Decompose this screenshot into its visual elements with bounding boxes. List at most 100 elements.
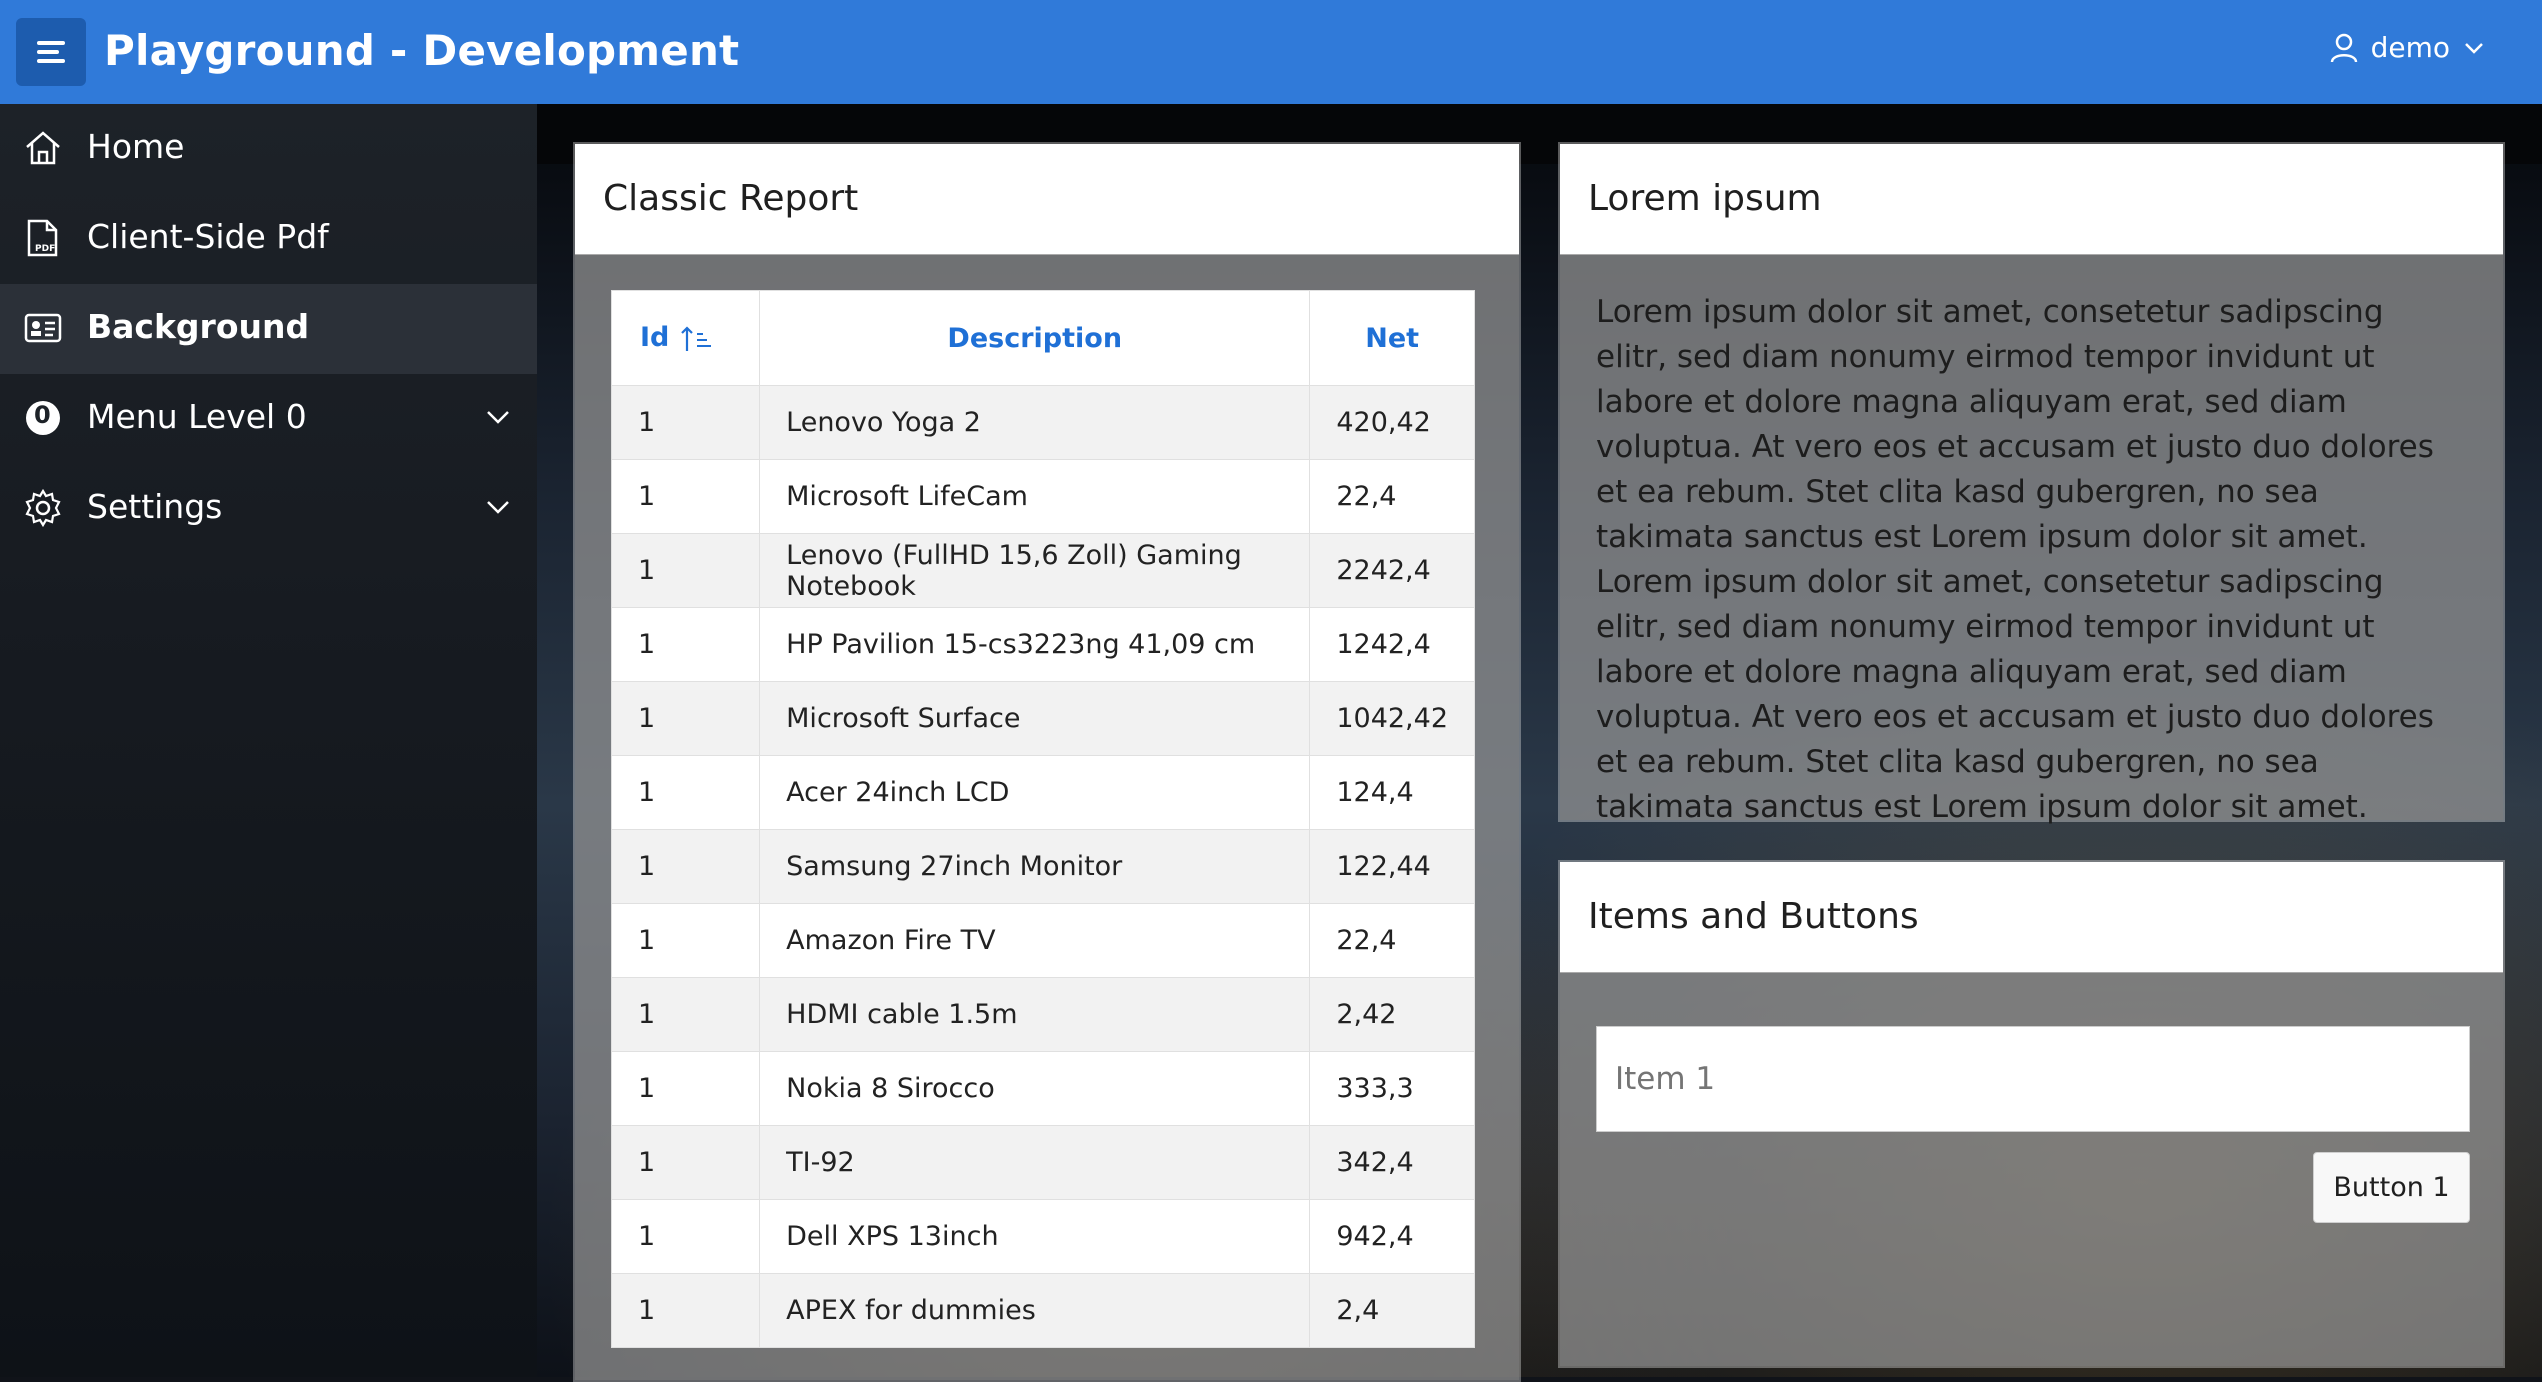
table-row: 1 Lenovo (FullHD 15,6 Zoll) Gaming Notebo… [610,533,1475,608]
sidebar-item-label: Background [87,307,310,346]
sidebar-item-background[interactable]: Background [0,284,537,374]
cell-id: 1 [610,1051,761,1126]
cell-description: Dell XPS 13inch [759,1199,1311,1274]
sidebar-item-label: Settings [87,487,223,526]
cell-id: 1 [610,1125,761,1200]
region-title: Classic Report [603,178,859,219]
user-icon [2330,33,2357,62]
cell-id: 1 [610,607,761,682]
items-and-buttons-region: Items and Buttons Button 1 [1558,860,2505,1368]
sidebar-item-label: Home [87,127,185,166]
table-row: 1 HDMI cable 1.5m 2,42 [610,977,1475,1052]
region-header: Items and Buttons [1560,862,2503,973]
chevron-down-icon [2465,42,2483,54]
cell-id: 1 [610,829,761,904]
column-header-description[interactable]: Description [759,290,1311,386]
cell-description: Lenovo Yoga 2 [759,385,1311,460]
cell-description: Microsoft Surface [759,681,1311,756]
cell-id: 1 [610,533,761,608]
cell-id: 1 [610,459,761,534]
cell-id: 1 [610,977,761,1052]
cell-description: Microsoft LifeCam [759,459,1311,534]
column-header-id[interactable]: Id [610,290,761,386]
sidebar-item-client-side-pdf[interactable]: PDF Client-Side Pdf [0,194,537,284]
column-header-net[interactable]: Net [1309,290,1475,386]
app-title: Playground - Development [104,26,740,75]
region-header: Lorem ipsum [1560,144,2503,255]
cell-net: 1242,4 [1309,607,1475,682]
cell-id: 1 [610,385,761,460]
cell-net: 333,3 [1309,1051,1475,1126]
cell-id: 1 [610,903,761,978]
badge-count: 0 [34,401,51,429]
table-row: 1 Acer 24inch LCD 124,4 [610,755,1475,830]
sort-ascending-icon [681,326,711,351]
region-title: Items and Buttons [1588,896,1919,937]
sidebar-item-label: Client-Side Pdf [87,217,329,256]
chevron-down-icon[interactable] [483,492,513,522]
item-1-field [1596,1026,2470,1132]
cell-net: 1042,42 [1309,681,1475,756]
menu-line-icon [37,50,59,54]
cell-net: 2,4 [1309,1273,1475,1348]
sidebar-item-label: Menu Level 0 [87,397,307,436]
cell-net: 420,42 [1309,385,1475,460]
report-body: 1 Lenovo Yoga 2 420,42 1 Microsoft LifeCam 2… [610,385,1475,1348]
user-menu[interactable]: demo [2329,31,2486,64]
hamburger-menu-button[interactable] [16,18,86,86]
table-row: 1 Lenovo Yoga 2 420,42 [610,385,1475,460]
report-table: Id Description Net 1 Lenovo Yoga 2 420,4… [610,290,1475,1348]
cell-id: 1 [610,681,761,756]
cell-description: HDMI cable 1.5m [759,977,1311,1052]
cell-description: Acer 24inch LCD [759,755,1311,830]
cell-description: Nokia 8 Sirocco [759,1051,1311,1126]
user-name: demo [2370,31,2450,64]
chevron-down-icon[interactable] [483,402,513,432]
region-body: Id Description Net 1 Lenovo Yoga 2 420,4… [575,254,1519,1380]
cell-description: Lenovo (FullHD 15,6 Zoll) Gaming Noteboo… [759,533,1311,608]
table-row: 1 HP Pavilion 15-cs3223ng 41,09 cm 1242,4 [610,607,1475,682]
lorem-paragraph: Lorem ipsum dolor sit amet, consetetur s… [1596,294,2434,825]
menu-line-icon [37,41,65,45]
sidebar: Home PDF Client-Side Pdf Background 0 Me… [0,104,537,1377]
sidebar-item-settings[interactable]: Settings [0,464,537,554]
table-row: 1 Samsung 27inch Monitor 122,44 [610,829,1475,904]
pdf-file-icon: PDF [27,219,58,257]
cell-net: 22,4 [1309,903,1475,978]
table-row: 1 Microsoft Surface 1042,42 [610,681,1475,756]
table-row: 1 TI-92 342,4 [610,1125,1475,1200]
cell-description: Samsung 27inch Monitor [759,829,1311,904]
cell-description: Amazon Fire TV [759,903,1311,978]
table-row: 1 Microsoft LifeCam 22,4 [610,459,1475,534]
table-row: 1 Nokia 8 Sirocco 333,3 [610,1051,1475,1126]
cell-description: HP Pavilion 15-cs3223ng 41,09 cm [759,607,1311,682]
region-header: Classic Report [575,144,1519,255]
cell-net: 942,4 [1309,1199,1475,1274]
cell-net: 2,42 [1309,977,1475,1052]
cell-net: 342,4 [1309,1125,1475,1200]
button-1[interactable]: Button 1 [2313,1152,2470,1223]
region-title: Lorem ipsum [1588,178,1822,219]
sidebar-item-home[interactable]: Home [0,104,537,194]
cell-net: 22,4 [1309,459,1475,534]
cell-description: APEX for dummies [759,1273,1311,1348]
main-content: Classic Report Id Description Net 1 Leno… [537,104,2542,1382]
id-card-icon [24,313,62,343]
cell-id: 1 [610,1199,761,1274]
menu-line-icon [37,59,65,63]
region-body: Button 1 [1560,972,2503,1366]
table-row: 1 APEX for dummies 2,4 [610,1273,1475,1348]
app-header: Playground - Development demo [0,0,2542,104]
table-row: 1 Dell XPS 13inch 942,4 [610,1199,1475,1274]
gear-icon [25,488,61,528]
cell-net: 124,4 [1309,755,1475,830]
lorem-ipsum-region: Lorem ipsum Lorem ipsum dolor sit amet, … [1558,142,2505,825]
cell-net: 2242,4 [1309,533,1475,608]
table-row: 1 Amazon Fire TV 22,4 [610,903,1475,978]
sidebar-item-menu-level-0[interactable]: 0 Menu Level 0 [0,374,537,464]
cell-net: 122,44 [1309,829,1475,904]
region-body: Lorem ipsum dolor sit amet, consetetur s… [1560,254,2503,825]
classic-report-region: Classic Report Id Description Net 1 Leno… [573,142,1521,1382]
item-1-input[interactable] [1597,1027,2469,1131]
cell-description: TI-92 [759,1125,1311,1200]
